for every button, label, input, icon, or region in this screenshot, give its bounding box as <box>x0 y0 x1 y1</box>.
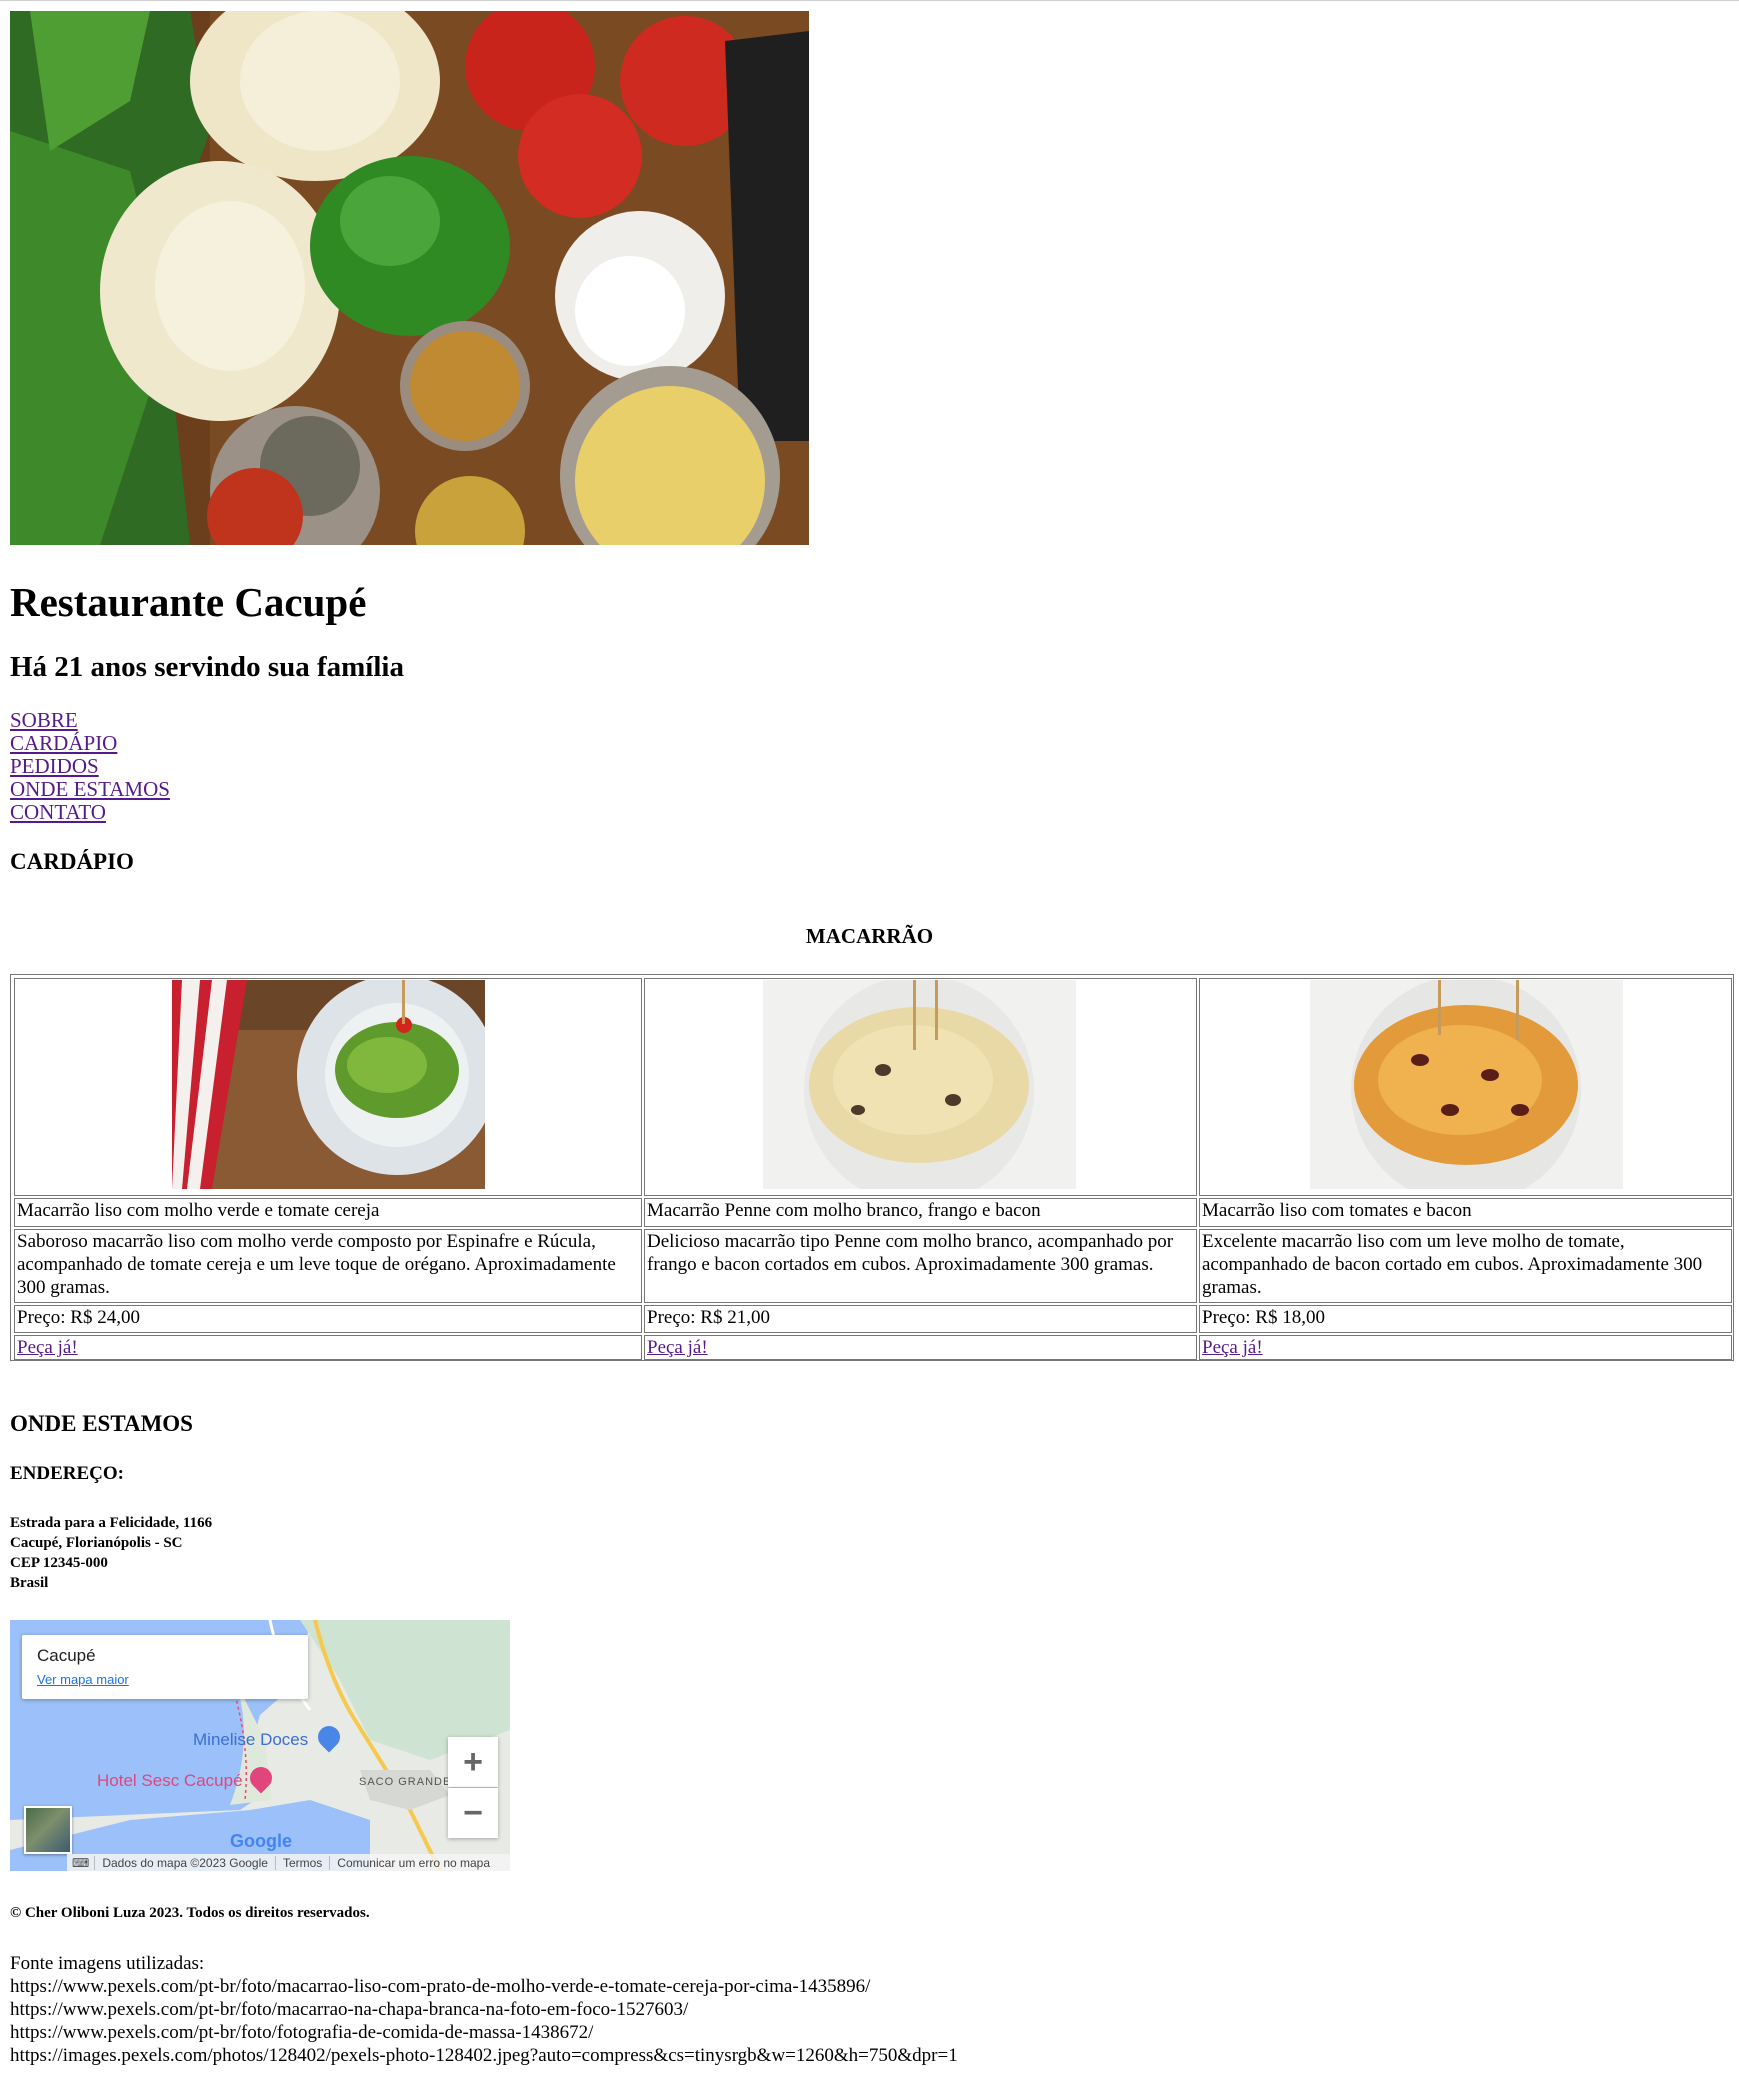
location-heading: ONDE ESTAMOS <box>10 1411 193 1436</box>
map-layer-toggle[interactable] <box>24 1806 72 1854</box>
view-larger-map-link[interactable]: Ver mapa maior <box>37 1672 129 1687</box>
map-hotel-label[interactable]: Hotel Sesc Cacupé <box>97 1771 243 1791</box>
dish-image-green-pasta <box>172 980 485 1189</box>
dish-order-cell: Peça já! <box>1199 1335 1732 1360</box>
address-line: Brasil <box>10 1575 49 1591</box>
menu-heading: CARDÁPIO <box>10 849 134 874</box>
map-data-attribution: Dados do mapa ©2023 Google <box>94 1855 275 1870</box>
nav-link-contato[interactable]: CONTATO <box>10 801 170 824</box>
dish-price: Preço: R$ 18,00 <box>1202 1307 1325 1328</box>
image-sources: Fonte imagens utilizadas: https://www.pe… <box>10 1952 958 2067</box>
dish-description-cell: Saboroso macarrão liso com molho verde c… <box>14 1229 642 1303</box>
hero-vegetables-image <box>10 11 809 545</box>
nav-link-cardapio[interactable]: CARDÁPIO <box>10 732 170 755</box>
embedded-map[interactable]: Cacupé Ver mapa maior Minelise Doces Hot… <box>10 1620 510 1871</box>
dish-description-cell: Delicioso macarrão tipo Penne com molho … <box>644 1229 1197 1303</box>
order-link[interactable]: Peça já! <box>647 1337 708 1358</box>
source-url: https://www.pexels.com/pt-br/foto/macarr… <box>10 1976 871 1997</box>
dish-price-cell: Preço: R$ 21,00 <box>644 1305 1197 1333</box>
map-place-name: Cacupé <box>37 1646 96 1665</box>
dish-image-cell <box>14 978 642 1196</box>
nav-link-onde-estamos[interactable]: ONDE ESTAMOS <box>10 778 170 801</box>
dish-price: Preço: R$ 21,00 <box>647 1307 770 1328</box>
site-subtitle: Há 21 anos servindo sua família <box>10 651 404 683</box>
zoom-out-button[interactable]: − <box>448 1788 498 1838</box>
address-line: Estrada para a Felicidade, 1166 <box>10 1515 213 1531</box>
dish-description: Delicioso macarrão tipo Penne com molho … <box>647 1231 1174 1275</box>
copyright: © Cher Oliboni Luza 2023. Todos os direi… <box>10 1905 370 1921</box>
dish-image-cell <box>1199 978 1732 1196</box>
site-title: Restaurante Cacupé <box>10 579 367 625</box>
map-place-card: Cacupé Ver mapa maior <box>22 1635 308 1699</box>
dish-image-tomato-pasta <box>1310 980 1623 1189</box>
order-link[interactable]: Peça já! <box>17 1337 78 1358</box>
dish-name-cell: Macarrão Penne com molho branco, frango … <box>644 1198 1197 1227</box>
top-rule <box>0 0 1739 1</box>
dish-image-penne <box>763 980 1076 1189</box>
dish-price-cell: Preço: R$ 18,00 <box>1199 1305 1732 1333</box>
dish-name: Macarrão liso com tomates e bacon <box>1202 1200 1472 1221</box>
sources-label: Fonte imagens utilizadas: <box>10 1953 205 1974</box>
map-report-link[interactable]: Comunicar um erro no mapa <box>329 1855 497 1870</box>
menu-table: Macarrão liso com molho verde e tomate c… <box>10 974 1734 1361</box>
map-footer: ⌨ Dados do mapa ©2023 Google Termos Comu… <box>67 1854 510 1871</box>
source-url: https://www.pexels.com/pt-br/foto/fotogr… <box>10 2022 594 2043</box>
menu-category-heading: MACARRÃO <box>805 924 934 948</box>
address-heading: ENDEREÇO: <box>10 1463 125 1484</box>
source-url: https://www.pexels.com/pt-br/foto/macarr… <box>10 1999 689 2020</box>
dish-name-cell: Macarrão liso com tomates e bacon <box>1199 1198 1732 1227</box>
dish-price: Preço: R$ 24,00 <box>17 1307 140 1328</box>
dish-order-cell: Peça já! <box>644 1335 1197 1360</box>
map-terms-link[interactable]: Termos <box>274 1855 329 1870</box>
zoom-in-button[interactable]: + <box>448 1737 498 1787</box>
order-link[interactable]: Peça já! <box>1202 1337 1263 1358</box>
address-line: CEP 12345-000 <box>10 1555 108 1571</box>
dish-description: Saboroso macarrão liso com molho verde c… <box>17 1231 616 1298</box>
main-nav: SOBRE CARDÁPIO PEDIDOS ONDE ESTAMOS CONT… <box>10 709 170 824</box>
source-url: https://images.pexels.com/photos/128402/… <box>10 2045 958 2066</box>
dish-order-cell: Peça já! <box>14 1335 642 1360</box>
dish-name-cell: Macarrão liso com molho verde e tomate c… <box>14 1198 642 1227</box>
dish-description: Excelente macarrão liso com um leve molh… <box>1202 1231 1703 1298</box>
keyboard-icon[interactable]: ⌨ <box>67 1856 94 1870</box>
nav-link-sobre[interactable]: SOBRE <box>10 709 170 732</box>
dish-image-cell <box>644 978 1197 1196</box>
address-line: Cacupé, Florianópolis - SC <box>10 1535 183 1551</box>
nav-link-pedidos[interactable]: PEDIDOS <box>10 755 170 778</box>
address-block: Estrada para a Felicidade, 1166 Cacupé, … <box>10 1513 212 1593</box>
dish-description-cell: Excelente macarrão liso com um leve molh… <box>1199 1229 1732 1303</box>
google-logo: Google <box>230 1831 292 1851</box>
dish-name: Macarrão liso com molho verde e tomate c… <box>17 1200 380 1221</box>
dish-price-cell: Preço: R$ 24,00 <box>14 1305 642 1333</box>
map-poi-label[interactable]: Minelise Doces <box>193 1730 308 1750</box>
map-area-label: SACO GRANDE <box>359 1776 452 1788</box>
dish-name: Macarrão Penne com molho branco, frango … <box>647 1200 1041 1221</box>
